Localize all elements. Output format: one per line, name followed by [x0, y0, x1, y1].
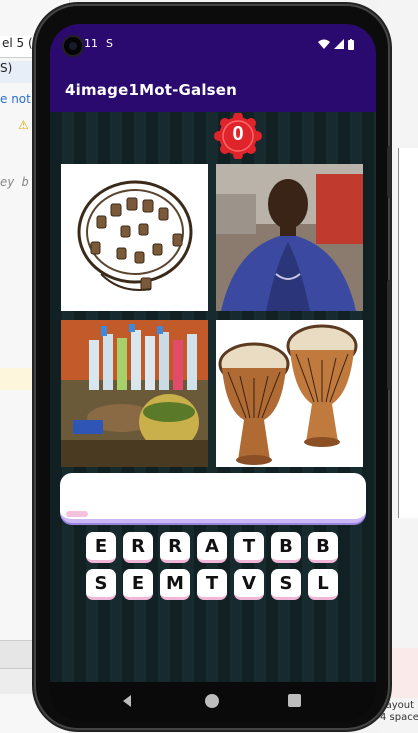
volume-button[interactable] [387, 280, 391, 390]
answer-slot-indicator [66, 511, 88, 517]
letters-row-1: E R R A T B B [86, 532, 338, 563]
letter-tile[interactable]: M [160, 569, 190, 600]
letter-tile[interactable]: R [123, 532, 153, 563]
score-badge: 0 [214, 112, 262, 160]
signal-icon [334, 39, 344, 49]
letter-tile[interactable]: R [160, 532, 190, 563]
app-bar: 4image1Mot-Galsen [50, 68, 376, 112]
power-button[interactable] [387, 146, 391, 198]
letter-tile[interactable]: T [197, 569, 227, 600]
letter-tile[interactable]: S [86, 569, 116, 600]
navigation-bar [50, 682, 376, 721]
djembe-drums-image[interactable] [216, 320, 363, 467]
battery-icon [348, 38, 354, 50]
letter-tile[interactable]: B [271, 532, 301, 563]
home-icon[interactable] [205, 694, 219, 708]
wifi-icon [318, 39, 330, 49]
letter-tile[interactable]: L [308, 569, 338, 600]
status-indicator: S [106, 37, 113, 50]
score-value: 0 [232, 123, 244, 145]
status-bar: 11 S [50, 24, 376, 68]
letter-tile[interactable]: E [86, 532, 116, 563]
app-title: 4image1Mot-Galsen [65, 81, 238, 99]
market-illustration [61, 320, 208, 467]
letter-tile[interactable]: S [271, 569, 301, 600]
recents-icon[interactable] [288, 694, 301, 707]
status-time: 11 [84, 37, 98, 50]
ide-right-error-area [388, 648, 418, 698]
ide-right-tool-window [398, 148, 418, 518]
bracelet-cowrie-image[interactable] [61, 164, 208, 311]
letter-tile[interactable]: B [308, 532, 338, 563]
djembe-illustration [216, 320, 363, 467]
bracelet-illustration [61, 164, 208, 311]
letter-tile[interactable]: A [197, 532, 227, 563]
man-boubou-image[interactable] [216, 164, 363, 311]
letter-tile[interactable]: T [234, 532, 264, 563]
letter-tile[interactable]: E [123, 569, 153, 600]
phone-screen: 11 S 4image1Mot-Galsen 0 E R R A T B B S… [50, 24, 376, 721]
man-illustration [216, 164, 363, 311]
letter-tile[interactable]: V [234, 569, 264, 600]
back-icon[interactable] [120, 694, 134, 708]
camera-cutout [62, 35, 84, 57]
market-bottles-image[interactable] [61, 320, 208, 467]
status-icons [318, 38, 354, 50]
answer-field[interactable] [60, 473, 366, 523]
letters-row-2: S E M T V S L [86, 569, 338, 600]
